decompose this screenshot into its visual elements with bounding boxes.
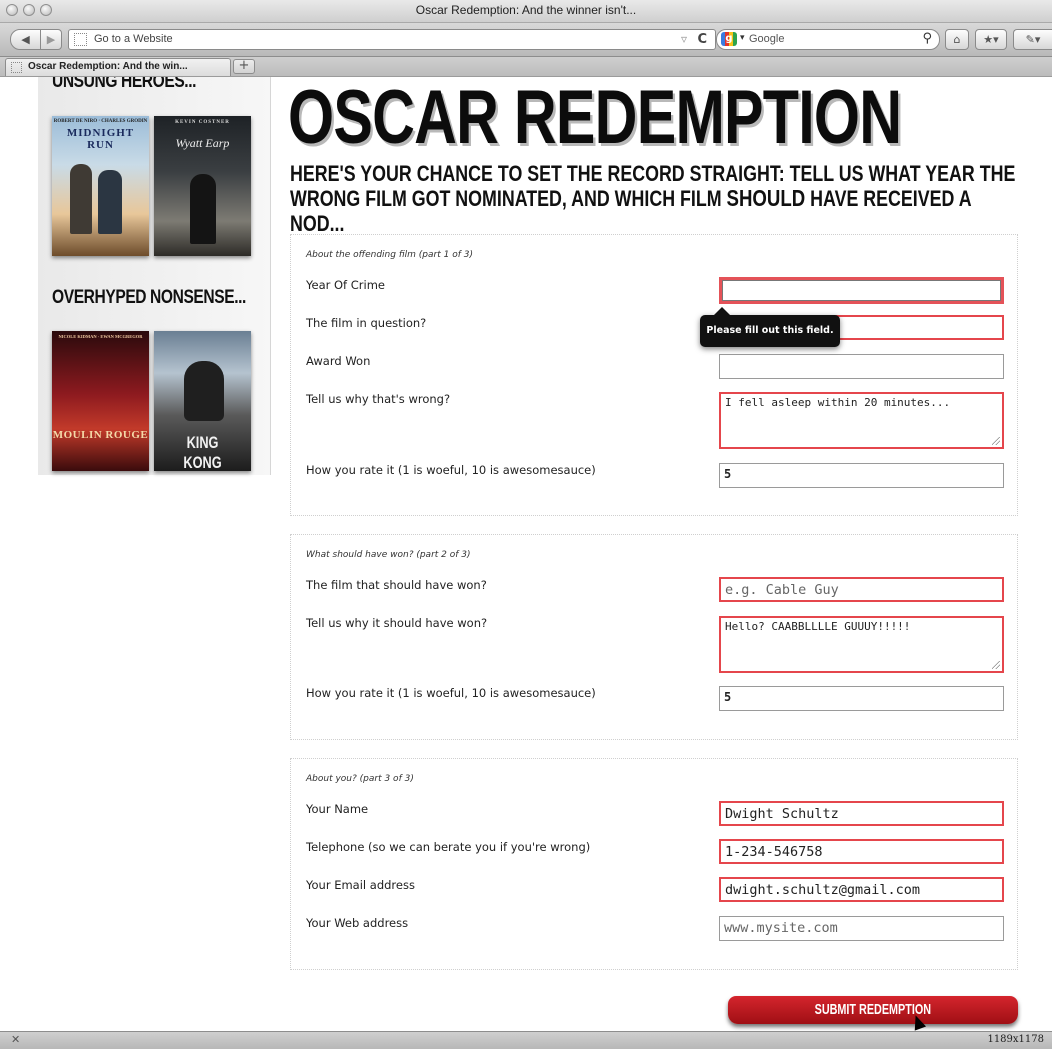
award-won-input[interactable] [719, 354, 1004, 379]
tab-favicon-icon [11, 62, 22, 73]
year-of-crime-input[interactable] [719, 277, 1004, 304]
sidebar: UNSUNG HEROES... ROBERT DE NIRO · CHARLE… [38, 77, 271, 475]
back-button[interactable]: ◀ [10, 29, 41, 50]
search-bar[interactable]: g ▾ Google ⚲ [716, 29, 940, 50]
year-of-crime-label: Year Of Crime [306, 278, 385, 292]
why-wrong-text: I fell asleep within 20 minutes... [725, 396, 951, 409]
new-tab-button[interactable]: + [233, 59, 255, 74]
poster-title: MIDNIGHT RUN [66, 127, 135, 151]
page-title: OSCAR REDEMPTION [288, 77, 902, 160]
tab-bar: Oscar Redemption: And the win... + [0, 57, 1052, 77]
tools-menu-button[interactable]: ✎▾ [1013, 29, 1052, 50]
address-placeholder: Go to a Website [94, 33, 173, 45]
page-favicon-icon [74, 33, 87, 46]
award-won-label: Award Won [306, 354, 371, 368]
home-icon: ⌂ [953, 33, 961, 46]
search-icon[interactable]: ⚲ [922, 31, 932, 46]
plus-icon: + [238, 58, 250, 73]
submit-redemption-button[interactable]: SUBMIT REDEMPTION [728, 996, 1018, 1024]
back-arrow-icon: ◀ [21, 33, 30, 46]
search-engine-label: Google [749, 33, 785, 45]
fieldset-legend: About you? (part 3 of 3) [306, 774, 414, 784]
address-bar[interactable]: Go to a Website ▿ C [68, 29, 716, 50]
window-size-readout: 1189x1178 [987, 1034, 1044, 1045]
why-wrong-textarea[interactable]: I fell asleep within 20 minutes... [719, 392, 1004, 449]
poster-moulin-rouge[interactable]: NICOLE KIDMAN · EWAN MCGREGOR MOULIN ROU… [52, 331, 149, 471]
page-content: UNSUNG HEROES... ROBERT DE NIRO · CHARLE… [0, 77, 1052, 1031]
reload-icon[interactable]: C [697, 32, 707, 47]
should-have-won-input[interactable]: e.g. Cable Guy [719, 577, 1004, 602]
fieldset-should-have-won: What should have won? (part 2 of 3) The … [290, 534, 1018, 740]
navigation-toolbar: ◀ ▶ Go to a Website ▿ C g ▾ Google ⚲ ⌂ ★… [0, 23, 1052, 57]
email-label: Your Email address [306, 878, 415, 892]
why-wrong-label: Tell us why that's wrong? [306, 392, 451, 406]
poster-tagline: NICOLE KIDMAN · EWAN MCGREGOR [58, 334, 143, 339]
resize-grip-icon[interactable] [992, 661, 1000, 669]
bookmark-star-icon[interactable]: ▿ [681, 32, 687, 46]
why-should-have-won-text: Hello? CAABBLLLLE GUUUY!!!!! [725, 620, 911, 633]
sidebar-heading-overhyped: OVERHYPED NONSENSE... [52, 287, 246, 308]
web-address-label: Your Web address [306, 916, 409, 930]
why-should-have-won-label: Tell us why it should have won? [306, 616, 488, 630]
rating-input[interactable]: 5 [719, 463, 1004, 488]
film-in-question-label: The film in question? [306, 316, 427, 330]
window-titlebar: Oscar Redemption: And the winner isn't..… [0, 0, 1052, 23]
tab-oscar-redemption[interactable]: Oscar Redemption: And the win... [5, 58, 231, 76]
search-engine-dropdown-icon[interactable]: ▾ [740, 33, 745, 43]
poster-tagline: KEVIN COSTNER [175, 120, 230, 125]
intro-emphasis: should [726, 185, 806, 211]
validation-tooltip: Please fill out this field. [700, 307, 840, 347]
why-should-have-won-textarea[interactable]: Hello? CAABBLLLLE GUUUY!!!!! [719, 616, 1004, 673]
fieldset-offending-film: About the offending film (part 1 of 3) Y… [290, 234, 1018, 516]
bookmarks-icon: ★▾ [983, 33, 999, 46]
home-button[interactable]: ⌂ [945, 29, 969, 50]
poster-tagline: ROBERT DE NIRO · CHARLES GRODIN [53, 119, 148, 124]
rating-input[interactable]: 5 [719, 686, 1004, 711]
rating-label: How you rate it (1 is woeful, 10 is awes… [306, 463, 596, 477]
rating-label: How you rate it (1 is woeful, 10 is awes… [306, 686, 596, 700]
sidebar-heading-unsung: UNSUNG HEROES... [52, 77, 197, 92]
your-name-input[interactable]: Dwight Schultz [719, 801, 1004, 826]
bookmarks-menu-button[interactable]: ★▾ [975, 29, 1007, 50]
poster-title: Wyatt Earp [175, 136, 230, 150]
window-title: Oscar Redemption: And the winner isn't..… [415, 3, 637, 17]
fieldset-legend: About the offending film (part 1 of 3) [306, 250, 473, 260]
poster-wyatt-earp[interactable]: KEVIN COSTNER Wyatt Earp [154, 116, 251, 256]
close-icon[interactable]: ✕ [11, 1033, 20, 1046]
google-logo-icon[interactable]: g [721, 32, 737, 46]
poster-title: MOULIN ROUGE [52, 429, 149, 441]
poster-king-kong[interactable]: KING KONG [154, 331, 251, 471]
tab-label: Oscar Redemption: And the win... [28, 61, 188, 72]
poster-title: KING KONG [183, 433, 222, 471]
web-address-input[interactable]: www.mysite.com [719, 916, 1004, 941]
telephone-input[interactable]: 1-234-546758 [719, 839, 1004, 864]
email-input[interactable]: dwight.schultz@gmail.com [719, 877, 1004, 902]
fieldset-about-you: About you? (part 3 of 3) Your Name Dwigh… [290, 758, 1018, 970]
page-intro: Here's your chance to set the record str… [290, 161, 1019, 236]
should-have-won-label: The film that should have won? [306, 578, 487, 592]
resize-grip-icon[interactable] [992, 437, 1000, 445]
fieldset-legend: What should have won? (part 2 of 3) [306, 550, 471, 560]
status-bar: ✕ 1189x1178 [0, 1031, 1052, 1049]
telephone-label: Telephone (so we can berate you if you'r… [306, 840, 591, 854]
forward-arrow-icon: ▶ [46, 33, 56, 46]
poster-midnight-run[interactable]: ROBERT DE NIRO · CHARLES GRODIN MIDNIGHT… [52, 116, 149, 256]
your-name-label: Your Name [306, 802, 369, 816]
forward-button[interactable]: ▶ [40, 29, 62, 50]
tools-icon: ✎▾ [1025, 33, 1041, 46]
